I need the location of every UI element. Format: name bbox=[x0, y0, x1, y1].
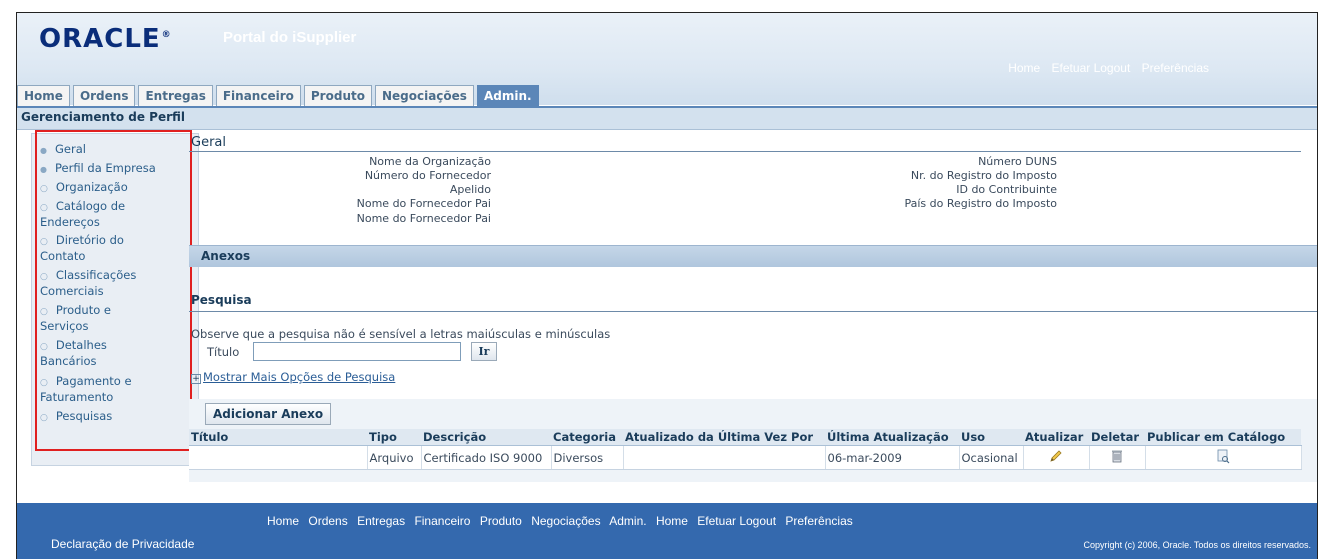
label-apelido: Apelido bbox=[449, 183, 491, 196]
tab-negociacoes[interactable]: Negociações bbox=[374, 85, 474, 106]
footer-link-ordens[interactable]: Ordens bbox=[308, 514, 347, 528]
cell-descricao: Certificado ISO 9000 bbox=[421, 445, 552, 470]
column-header-atualizado-por[interactable]: Atualizado da Última Vez Por bbox=[623, 429, 825, 446]
footer-link-home[interactable]: Home bbox=[267, 514, 299, 528]
column-header-atualizar: Atualizar bbox=[1023, 429, 1089, 446]
label-fornecedor-pai: Nome do Fornecedor Pai bbox=[356, 197, 491, 210]
global-footer: Home Ordens Entregas Financeiro Produto … bbox=[17, 503, 1317, 559]
tab-ordens[interactable]: Ordens bbox=[72, 85, 136, 106]
copyright-text: Copyright (c) 2006, Oracle. Todos os dir… bbox=[1083, 540, 1311, 550]
go-button[interactable]: Ir bbox=[471, 342, 497, 361]
cell-uso: Ocasional bbox=[959, 445, 1024, 470]
more-search-options-link[interactable]: + Mostrar Mais Opções de Pesquisa bbox=[191, 370, 395, 384]
column-header-ultima-atualizacao[interactable]: Última Atualização bbox=[825, 429, 959, 446]
footer-link-entregas[interactable]: Entregas bbox=[357, 514, 405, 528]
search-note: Observe que a pesquisa não é sensível a … bbox=[191, 327, 611, 341]
expand-plus-icon: + bbox=[191, 374, 201, 384]
footer-link-produto[interactable]: Produto bbox=[480, 514, 522, 528]
column-header-tipo[interactable]: Tipo bbox=[367, 429, 421, 446]
portal-title: Portal do iSupplier bbox=[223, 29, 357, 46]
column-header-descricao[interactable]: Descrição bbox=[421, 429, 551, 446]
attachments-table: Título Tipo Descrição Categoria Atualiza… bbox=[189, 429, 1302, 470]
search-section-title: Pesquisa bbox=[191, 293, 252, 307]
header-link-preferences[interactable]: Preferências bbox=[1142, 61, 1209, 75]
cell-tipo: Arquivo bbox=[367, 445, 422, 470]
attachments-table-area: Adicionar Anexo Título Tipo Descrição Ca… bbox=[189, 399, 1317, 482]
section-divider bbox=[189, 151, 1301, 152]
tab-bar: Home Ordens Entregas Financeiro Produto … bbox=[17, 85, 542, 106]
label-numero-fornecedor: Número do Fornecedor bbox=[364, 169, 491, 182]
highlight-outline bbox=[35, 130, 192, 451]
footer-links: Home Ordens Entregas Financeiro Produto … bbox=[267, 514, 859, 528]
anexos-header: Anexos bbox=[189, 245, 1317, 267]
subtab-title: Gerenciamento de Perfil bbox=[21, 110, 186, 124]
tab-produto[interactable]: Produto bbox=[303, 85, 372, 106]
geral-section-title: Geral bbox=[191, 135, 226, 150]
cell-atualizar bbox=[1023, 445, 1090, 470]
footer-link-home-2[interactable]: Home bbox=[656, 514, 688, 528]
header-link-logout[interactable]: Efetuar Logout bbox=[1052, 61, 1131, 75]
label-fornecedor-pai-2: Nome do Fornecedor Pai bbox=[356, 212, 491, 225]
footer-link-negociacoes[interactable]: Negociações bbox=[531, 514, 600, 528]
footer-link-financeiro[interactable]: Financeiro bbox=[414, 514, 470, 528]
subtab-bar: Gerenciamento de Perfil bbox=[17, 106, 1317, 130]
cell-atualizado-por bbox=[623, 445, 826, 470]
tab-home[interactable]: Home bbox=[17, 85, 70, 106]
tab-financeiro[interactable]: Financeiro bbox=[215, 85, 301, 106]
app-window: ORACLE® Portal do iSupplier Home Efetuar… bbox=[16, 12, 1318, 559]
privacy-link[interactable]: Declaração de Privacidade bbox=[51, 537, 194, 551]
cell-ultima-atualizacao: 06-mar-2009 bbox=[825, 445, 960, 470]
tab-entregas[interactable]: Entregas bbox=[138, 85, 213, 106]
column-header-titulo[interactable]: Título bbox=[189, 429, 367, 446]
cell-deletar bbox=[1089, 445, 1146, 470]
header-link-home[interactable]: Home bbox=[1008, 61, 1040, 75]
label-registro-imposto: Nr. do Registro do Imposto bbox=[910, 169, 1057, 182]
titulo-search-input[interactable] bbox=[253, 342, 461, 361]
footer-link-preferences[interactable]: Preferências bbox=[785, 514, 852, 528]
column-header-publicar: Publicar em Catálogo bbox=[1145, 429, 1301, 446]
footer-link-admin[interactable]: Admin. bbox=[609, 514, 646, 528]
tab-admin[interactable]: Admin. bbox=[476, 85, 539, 106]
add-attachment-button[interactable]: Adicionar Anexo bbox=[205, 403, 332, 425]
label-pais-registro: País do Registro do Imposto bbox=[904, 197, 1057, 210]
label-id-contribuinte: ID do Contribuinte bbox=[956, 183, 1057, 196]
column-header-deletar: Deletar bbox=[1089, 429, 1145, 446]
pencil-icon[interactable] bbox=[1048, 448, 1064, 464]
global-header: ORACLE® Portal do iSupplier Home Efetuar… bbox=[17, 13, 1317, 106]
label-numero-duns: Número DUNS bbox=[978, 155, 1057, 168]
publish-catalog-icon[interactable] bbox=[1215, 448, 1231, 464]
oracle-logo: ORACLE® bbox=[39, 24, 172, 54]
column-header-categoria[interactable]: Categoria bbox=[551, 429, 623, 446]
trash-icon[interactable] bbox=[1109, 448, 1125, 464]
footer-link-logout[interactable]: Efetuar Logout bbox=[697, 514, 776, 528]
column-header-uso[interactable]: Uso bbox=[959, 429, 1023, 446]
label-nome-organizacao: Nome da Organização bbox=[369, 155, 491, 168]
table-header-row: Título Tipo Descrição Categoria Atualiza… bbox=[189, 429, 1301, 446]
table-row: Arquivo Certificado ISO 9000 Diversos 06… bbox=[189, 445, 1302, 470]
cell-publicar bbox=[1145, 445, 1302, 470]
global-links: Home Efetuar Logout Preferências bbox=[1000, 61, 1209, 75]
cell-categoria: Diversos bbox=[551, 445, 624, 470]
titulo-label: Título bbox=[207, 345, 240, 359]
cell-titulo[interactable] bbox=[189, 445, 368, 470]
search-divider bbox=[189, 311, 1317, 312]
